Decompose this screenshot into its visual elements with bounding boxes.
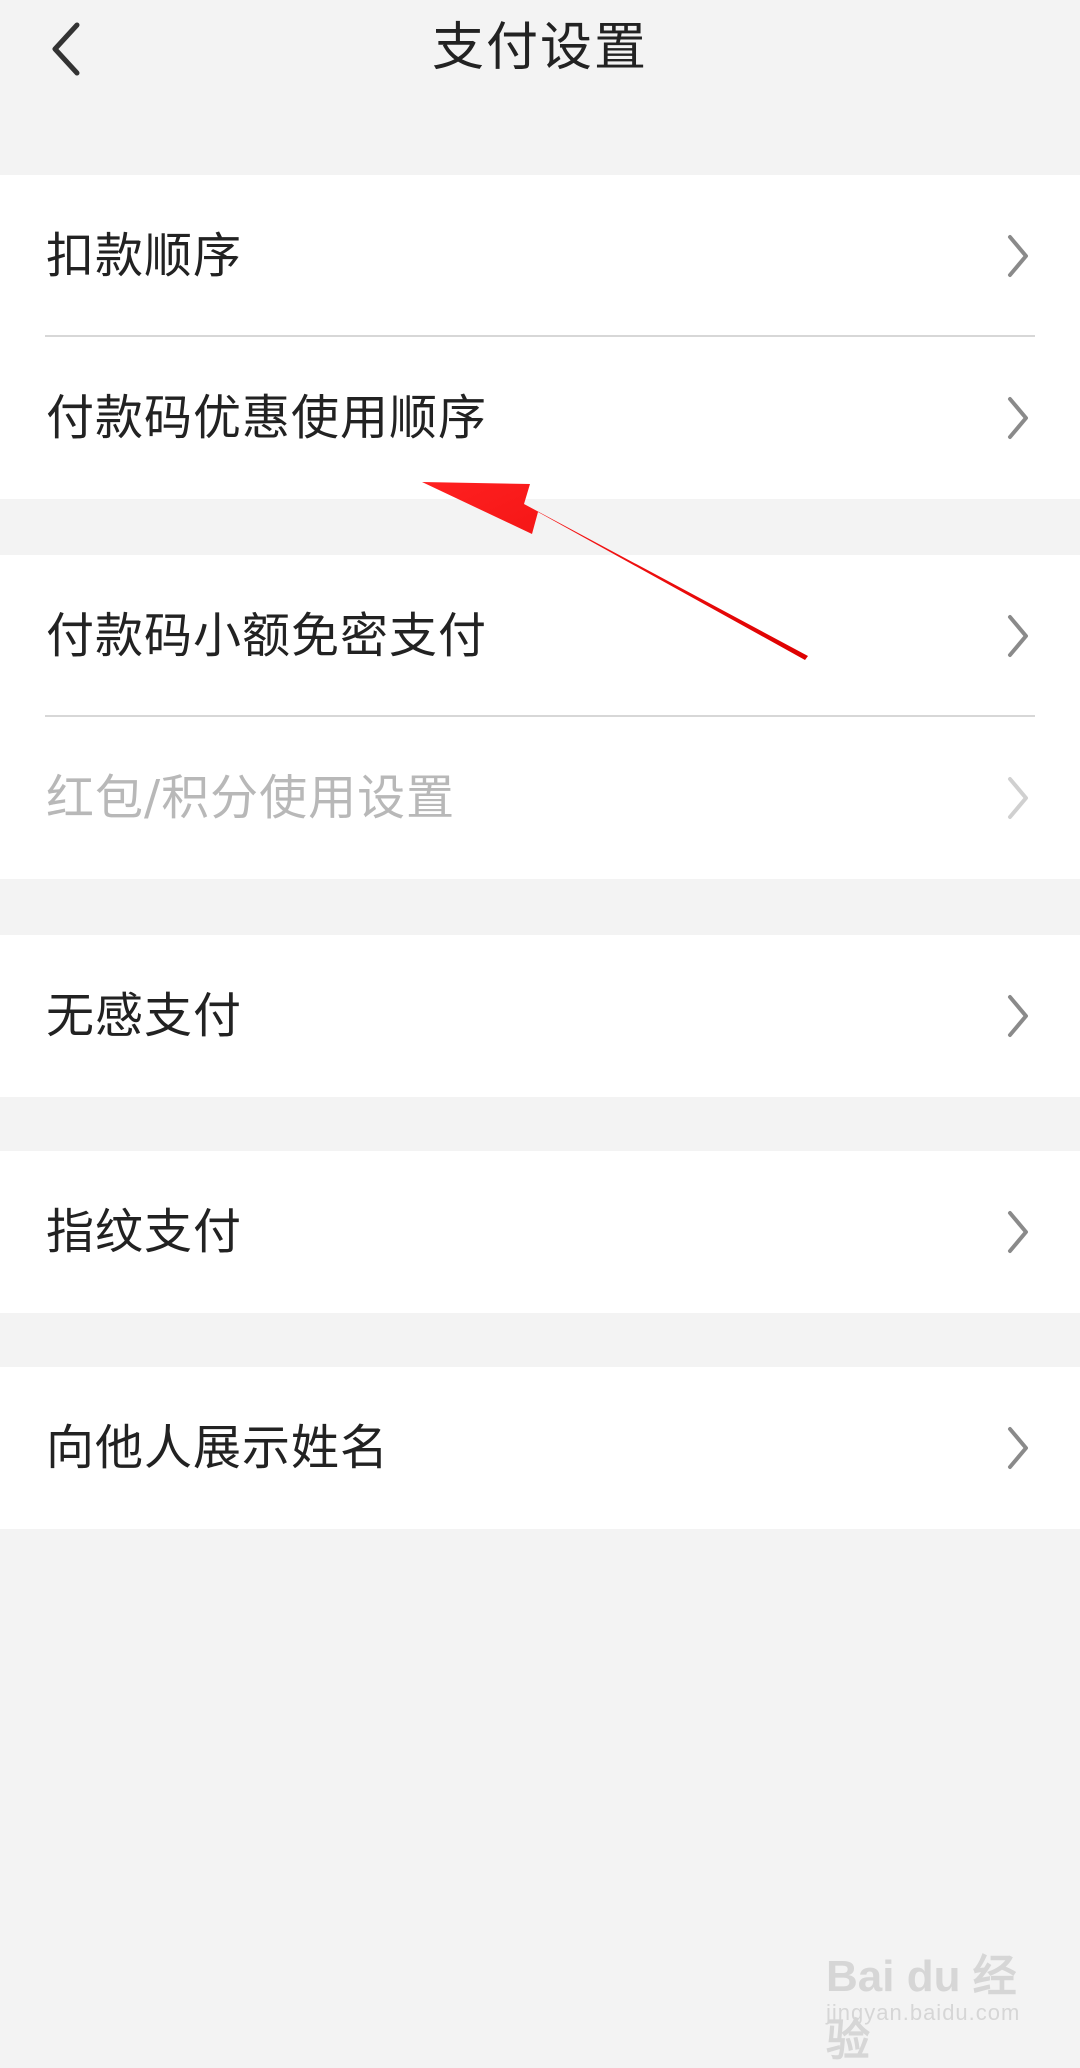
- chevron-right-icon: [1008, 995, 1028, 1037]
- settings-group-2: 付款码小额免密支付 红包/积分使用设置: [0, 555, 1080, 879]
- chevron-right-icon: [1008, 615, 1028, 657]
- menu-item-small-amount-password-free[interactable]: 付款码小额免密支付: [0, 555, 1080, 717]
- menu-item-sensorless-payment[interactable]: 无感支付: [0, 935, 1080, 1097]
- watermark: Bai du 经验 jingyan.baidu.com: [826, 1940, 1056, 2065]
- menu-item-label: 红包/积分使用设置: [46, 770, 456, 826]
- watermark-url: jingyan.baidu.com: [826, 2000, 1021, 2025]
- menu-item-label: 扣款顺序: [46, 228, 243, 284]
- menu-item-fingerprint-payment[interactable]: 指纹支付: [0, 1151, 1080, 1313]
- menu-item-paycode-discount-order[interactable]: 付款码优惠使用顺序: [0, 337, 1080, 499]
- menu-item-deduction-order[interactable]: 扣款顺序: [0, 175, 1080, 337]
- settings-group-5: 向他人展示姓名: [0, 1367, 1080, 1529]
- menu-item-redpacket-points-settings[interactable]: 红包/积分使用设置: [0, 717, 1080, 879]
- menu-item-label: 无感支付: [46, 988, 243, 1044]
- settings-group-3: 无感支付: [0, 935, 1080, 1097]
- menu-item-label: 指纹支付: [46, 1204, 243, 1260]
- menu-item-label: 向他人展示姓名: [46, 1420, 390, 1476]
- settings-group-4: 指纹支付: [0, 1151, 1080, 1313]
- chevron-right-icon: [1008, 397, 1028, 439]
- menu-item-show-name-to-others[interactable]: 向他人展示姓名: [0, 1367, 1080, 1529]
- settings-group-1: 扣款顺序 付款码优惠使用顺序: [0, 175, 1080, 499]
- chevron-right-icon: [1008, 1211, 1028, 1253]
- menu-item-label: 付款码优惠使用顺序: [46, 390, 488, 446]
- top-bar: 支付设置: [0, 0, 1080, 100]
- menu-item-label: 付款码小额免密支付: [46, 608, 488, 664]
- page-title: 支付设置: [431, 18, 648, 78]
- chevron-right-icon: [1008, 235, 1028, 277]
- chevron-right-icon: [1008, 1427, 1028, 1469]
- chevron-right-icon: [1008, 777, 1028, 819]
